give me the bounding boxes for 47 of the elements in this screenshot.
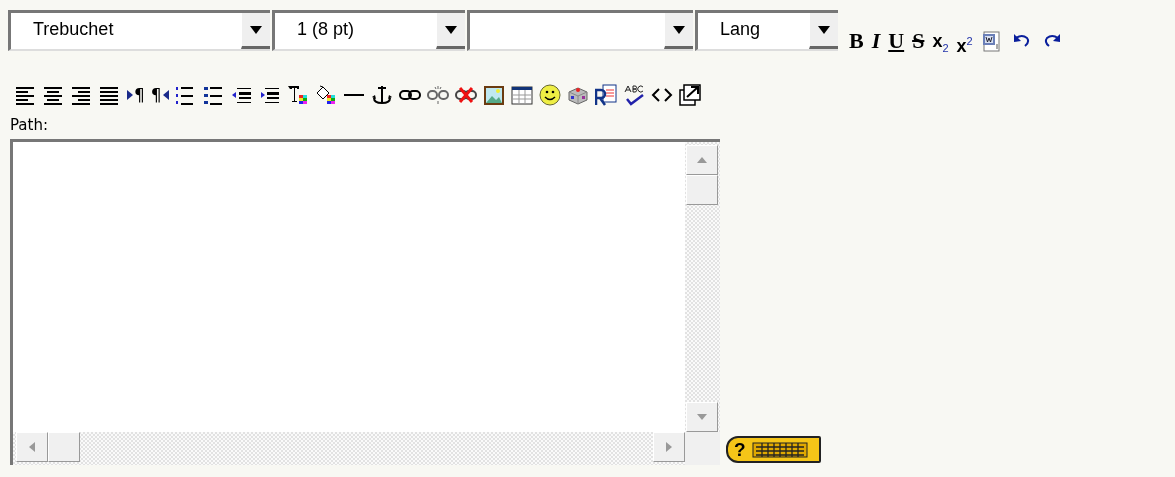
triangle-icon — [127, 90, 133, 100]
paste-document-icon[interactable] — [594, 84, 617, 106]
scroll-left-button[interactable] — [16, 432, 48, 462]
scroll-right-button[interactable] — [653, 432, 685, 462]
dropdown[interactable]: 1 (8 pt) — [272, 10, 465, 51]
align-left-icon[interactable] — [15, 84, 37, 106]
format-button[interactable]: S — [909, 27, 928, 55]
smiley-icon[interactable] — [538, 84, 561, 106]
dropdown-arrow-icon — [445, 25, 457, 34]
spellcheck-icon[interactable] — [622, 84, 645, 106]
scroll-thumb[interactable] — [686, 175, 718, 205]
text-direction-button[interactable]: ¶ — [147, 85, 172, 105]
align-center-icon[interactable] — [43, 84, 65, 106]
justify-icon[interactable] — [99, 84, 121, 106]
dropdown[interactable] — [467, 10, 693, 51]
paint-bucket-icon[interactable] — [314, 84, 337, 106]
dropdown-arrow-icon — [250, 25, 262, 34]
table-icon[interactable] — [510, 84, 533, 106]
format-button[interactable]: x$^{2}$ — [953, 27, 976, 55]
image-icon[interactable] — [482, 84, 505, 106]
dropdown[interactable]: Lang — [695, 10, 838, 51]
vertical-scrollbar[interactable] — [685, 142, 720, 432]
format-button[interactable]: I — [868, 27, 884, 55]
scroll-down-button[interactable] — [686, 402, 718, 432]
path-label: Path: — [9, 115, 49, 135]
format-button[interactable]: U — [885, 27, 908, 55]
text-direction-button[interactable]: ¶ — [124, 85, 148, 105]
bullet-list-icon[interactable] — [202, 84, 225, 106]
dropdown-arrow-icon — [673, 25, 685, 34]
keyboard-help-button[interactable]: ? — [726, 436, 821, 463]
scrollbar-corner — [685, 432, 720, 465]
dropdown[interactable]: Trebuchet — [8, 10, 270, 51]
format-button[interactable]: B — [846, 27, 867, 55]
fullscreen-icon[interactable] — [678, 84, 701, 106]
format-button[interactable]: x$_{2}$ — [929, 27, 952, 55]
horizontal-scrollbar[interactable] — [13, 432, 685, 465]
broken-link-icon[interactable] — [426, 84, 449, 106]
align-right-icon[interactable] — [71, 84, 93, 106]
text-color-icon[interactable] — [286, 84, 309, 106]
dropdown-arrow-icon — [818, 25, 830, 34]
scroll-up-button[interactable] — [686, 145, 718, 175]
triangle-icon — [162, 90, 169, 100]
scroll-thumb[interactable] — [48, 432, 80, 462]
anchor-icon[interactable] — [370, 84, 393, 106]
keyboard-icon — [751, 440, 808, 459]
remove-link-icon[interactable] — [454, 84, 477, 106]
document-icon[interactable] — [980, 30, 1003, 52]
